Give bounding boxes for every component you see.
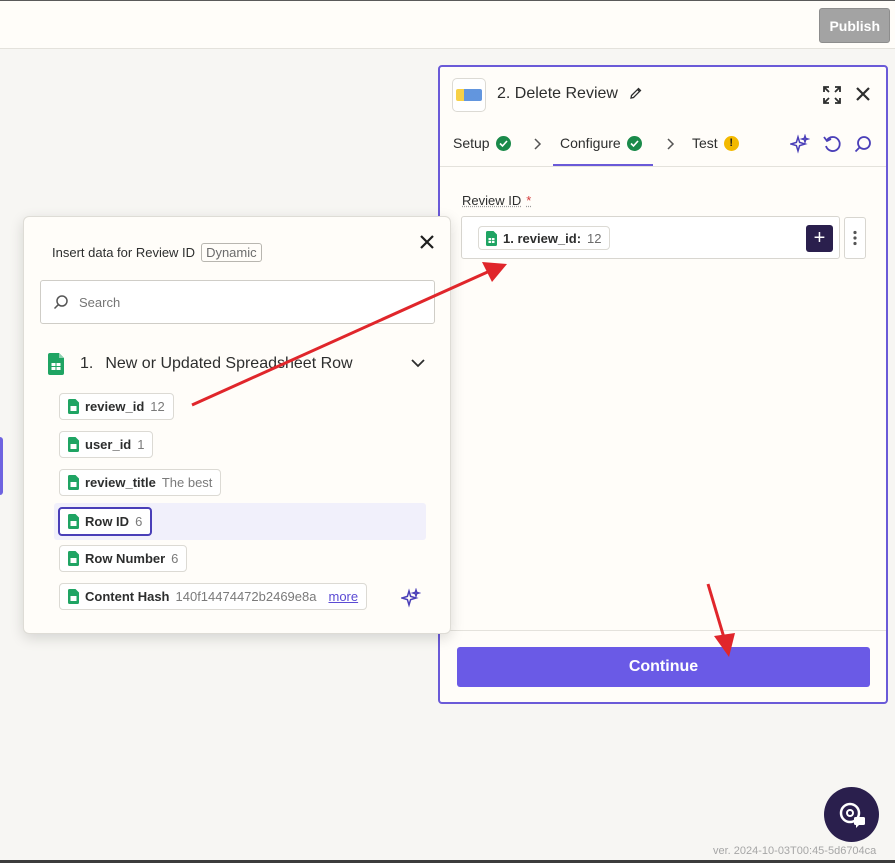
data-field-item[interactable]: review_title The best [59, 469, 222, 496]
google-sheets-icon [486, 230, 497, 246]
chevron-down-icon[interactable] [410, 356, 426, 370]
item-key: review_id [85, 399, 145, 414]
search-placeholder: Search [79, 294, 121, 310]
google-sheets-icon [68, 475, 79, 490]
data-field-item[interactable]: Content Hash 140f14474472b2469e8a more [59, 583, 368, 610]
step-panel: 2. Delete Review Setup Configure Test ! … [438, 65, 888, 704]
tab-configure-label: Configure [560, 135, 621, 151]
comment-search-icon[interactable] [853, 134, 873, 154]
tab-setup-label: Setup [453, 135, 490, 151]
more-link[interactable]: more [328, 589, 358, 604]
tab-test-label: Test [692, 135, 718, 151]
tab-configure[interactable]: Configure [560, 135, 642, 151]
search-icon [53, 295, 68, 310]
support-icon [839, 802, 865, 828]
item-key: review_title [85, 475, 156, 490]
chevron-right-icon [667, 138, 675, 150]
close-icon[interactable] [419, 234, 435, 250]
trigger-step-group[interactable]: 1. New or Updated Spreadsheet Row [48, 352, 428, 376]
review-id-label: Review ID * [462, 193, 531, 208]
publish-button[interactable]: Publish [819, 8, 890, 43]
item-value: 140f14474472b2469e8a [175, 589, 317, 604]
item-value: 6 [135, 514, 143, 529]
popover-title-text: Insert data for Review ID [52, 245, 196, 260]
search-input[interactable]: Search [40, 280, 435, 324]
help-button[interactable] [824, 787, 879, 842]
item-value: 1 [137, 437, 145, 452]
canvas-node-edge [0, 437, 3, 495]
step-tabs: Setup Configure Test ! [440, 125, 886, 167]
google-sheets-icon [68, 551, 79, 566]
pill-key: 1. review_id: [503, 230, 582, 246]
chevron-right-icon [534, 138, 542, 150]
popover-title: Insert data for Review ID Dynamic [52, 243, 262, 262]
active-tab-indicator [553, 164, 653, 166]
sparkle-icon[interactable] [401, 588, 421, 608]
step-title[interactable]: 2. Delete Review [497, 85, 618, 103]
more-vertical-icon [853, 230, 857, 246]
close-icon[interactable] [854, 85, 872, 103]
item-value: The best [161, 475, 213, 490]
check-icon [626, 135, 642, 151]
review-id-field[interactable]: 1. review_id: 12 + [461, 216, 840, 259]
pill-value: 12 [587, 230, 602, 246]
top-bar: Publish [0, 0, 895, 49]
undo-icon[interactable] [822, 134, 842, 154]
app-logo [452, 78, 486, 112]
check-icon [495, 135, 511, 151]
tab-test[interactable]: Test ! [692, 135, 739, 151]
item-key: Row ID [85, 514, 130, 529]
google-sheets-icon [68, 589, 79, 604]
pencil-icon[interactable] [629, 86, 643, 100]
item-key: user_id [85, 437, 132, 452]
data-field-item[interactable]: Row Number 6 [59, 545, 188, 572]
data-field-item[interactable]: review_id 12 [59, 393, 174, 420]
group-step-name: New or Updated Spreadsheet Row [105, 355, 353, 372]
expand-icon[interactable] [822, 85, 842, 105]
continue-button[interactable]: Continue [457, 647, 870, 687]
google-sheets-icon [68, 437, 79, 452]
google-sheets-icon [48, 353, 64, 375]
group-step-number: 1. [80, 355, 94, 372]
panel-header: 2. Delete Review [440, 67, 886, 125]
mapped-value-pill[interactable]: 1. review_id: 12 [478, 226, 610, 250]
insert-data-popover: Insert data for Review ID Dynamic Search… [23, 216, 451, 634]
footer-divider [440, 630, 886, 631]
item-key: Content Hash [85, 589, 170, 604]
item-key: Row Number [85, 551, 166, 566]
data-field-item-selected[interactable]: Row ID 6 [58, 507, 153, 536]
item-value: 6 [171, 551, 179, 566]
google-sheets-icon [68, 514, 79, 529]
version-text: ver. 2024-10-03T00:45-5d6704ca [713, 845, 877, 857]
tab-setup[interactable]: Setup [453, 135, 511, 151]
dynamic-tag: Dynamic [201, 243, 262, 262]
item-value: 12 [150, 399, 165, 414]
warning-icon: ! [723, 135, 739, 151]
sparkle-icon[interactable] [790, 134, 810, 154]
required-mark: * [526, 193, 532, 208]
data-field-item[interactable]: user_id 1 [59, 431, 154, 458]
insert-data-button[interactable]: + [806, 225, 833, 252]
field-label-text: Review ID [462, 193, 522, 208]
field-options-button[interactable] [844, 217, 866, 259]
google-sheets-icon [68, 399, 79, 414]
